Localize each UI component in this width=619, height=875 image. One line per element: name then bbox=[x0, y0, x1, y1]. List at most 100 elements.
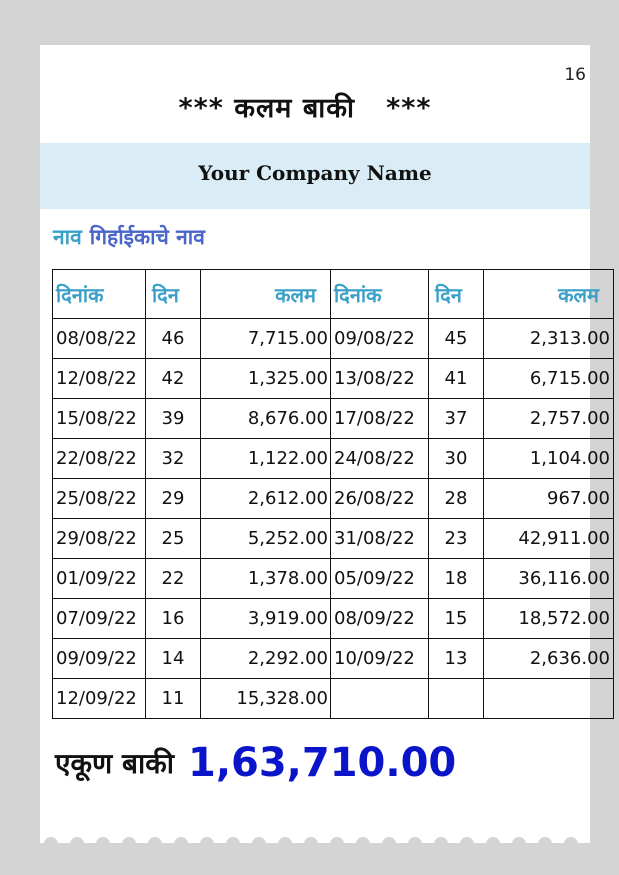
table-row: 12/08/22 42 1,325.00 13/08/22 41 6,715.00 bbox=[52, 358, 614, 399]
perforation-hole bbox=[44, 837, 58, 844]
cell-amount: 1,122.00 bbox=[200, 438, 331, 479]
cell-days: 46 bbox=[145, 318, 201, 359]
perforation-hole bbox=[70, 837, 84, 844]
cell-days: 25 bbox=[145, 518, 201, 559]
perforation-hole bbox=[226, 38, 240, 45]
perforation-hole bbox=[122, 837, 136, 844]
perforation-hole bbox=[486, 837, 500, 844]
cell-date-2: 10/09/22 bbox=[330, 638, 429, 679]
table-row: 25/08/22 29 2,612.00 26/08/22 28 967.00 bbox=[52, 478, 614, 519]
col-header-amount-2: कलम bbox=[483, 269, 614, 319]
perforation-hole bbox=[148, 38, 162, 45]
cell-days-2: 30 bbox=[428, 438, 484, 479]
perforation-hole bbox=[434, 38, 448, 45]
cell-date: 12/08/22 bbox=[52, 358, 146, 399]
table-row: 07/09/22 16 3,919.00 08/09/22 15 18,572.00 bbox=[52, 598, 614, 639]
cell-date-2: 08/09/22 bbox=[330, 598, 429, 639]
cell-date: 01/09/22 bbox=[52, 558, 146, 599]
cell-date-2: 09/08/22 bbox=[330, 318, 429, 359]
cell-date: 07/09/22 bbox=[52, 598, 146, 639]
perforation-hole bbox=[356, 837, 370, 844]
perforation-hole bbox=[174, 38, 188, 45]
cell-days-2: 45 bbox=[428, 318, 484, 359]
perforation-hole bbox=[408, 38, 422, 45]
cell-date-2: 13/08/22 bbox=[330, 358, 429, 399]
cell-amount-2: 2,636.00 bbox=[483, 638, 614, 679]
customer-name: गिर्हाईकाचे नाव bbox=[89, 225, 205, 249]
cell-days: 29 bbox=[145, 478, 201, 519]
cell-days: 39 bbox=[145, 398, 201, 439]
cell-amount-2: 967.00 bbox=[483, 478, 614, 519]
table-row: 08/08/22 46 7,715.00 09/08/22 45 2,313.00 bbox=[52, 318, 614, 359]
cell-amount: 8,676.00 bbox=[200, 398, 331, 439]
perforation-hole bbox=[356, 38, 370, 45]
cell-days: 22 bbox=[145, 558, 201, 599]
cell-amount-2 bbox=[483, 678, 614, 719]
cell-date: 15/08/22 bbox=[52, 398, 146, 439]
table-row: 01/09/22 22 1,378.00 05/09/22 18 36,116.00 bbox=[52, 558, 614, 599]
receipt-title: *** कलम बाकी *** bbox=[178, 93, 432, 124]
cell-date: 12/09/22 bbox=[52, 678, 146, 719]
cell-date: 08/08/22 bbox=[52, 318, 146, 359]
cell-amount: 7,715.00 bbox=[200, 318, 331, 359]
customer-label: नाव bbox=[53, 225, 82, 249]
perforation-hole bbox=[44, 38, 58, 45]
perforation-hole bbox=[200, 38, 214, 45]
page-number: 16 bbox=[564, 65, 586, 85]
cell-amount: 3,919.00 bbox=[200, 598, 331, 639]
perforation-hole bbox=[200, 837, 214, 844]
perforation-hole bbox=[486, 38, 500, 45]
perforation-hole bbox=[304, 38, 318, 45]
table-row: 29/08/22 25 5,252.00 31/08/22 23 42,911.00 bbox=[52, 518, 614, 559]
cell-amount: 1,325.00 bbox=[200, 358, 331, 399]
cell-date-2 bbox=[330, 678, 429, 719]
perforation-hole bbox=[538, 837, 552, 844]
perforation-hole bbox=[460, 837, 474, 844]
perforation-hole bbox=[226, 837, 240, 844]
perforation-hole bbox=[538, 38, 552, 45]
cell-days: 11 bbox=[145, 678, 201, 719]
col-header-date: दिनांक bbox=[52, 269, 146, 319]
col-header-days-2: दिन bbox=[428, 269, 484, 319]
cell-date: 25/08/22 bbox=[52, 478, 146, 519]
cell-amount-2: 2,757.00 bbox=[483, 398, 614, 439]
cell-days-2: 18 bbox=[428, 558, 484, 599]
col-header-amount: कलम bbox=[200, 269, 331, 319]
cell-days-2: 23 bbox=[428, 518, 484, 559]
cell-amount-2: 42,911.00 bbox=[483, 518, 614, 559]
cell-date: 29/08/22 bbox=[52, 518, 146, 559]
cell-amount-2: 36,116.00 bbox=[483, 558, 614, 599]
cell-date-2: 24/08/22 bbox=[330, 438, 429, 479]
perforation-hole bbox=[148, 837, 162, 844]
total-line: एकूण बाकी 1,63,710.00 bbox=[55, 733, 456, 793]
table-row: 09/09/22 14 2,292.00 10/09/22 13 2,636.00 bbox=[52, 638, 614, 679]
table-row: 12/09/22 11 15,328.00 bbox=[52, 678, 614, 719]
perforation-hole bbox=[278, 38, 292, 45]
cell-date-2: 05/09/22 bbox=[330, 558, 429, 599]
perforation-hole bbox=[174, 837, 188, 844]
perforation-hole bbox=[564, 38, 578, 45]
perforation-hole bbox=[408, 837, 422, 844]
cell-amount: 15,328.00 bbox=[200, 678, 331, 719]
cell-amount: 2,612.00 bbox=[200, 478, 331, 519]
perforation-hole bbox=[512, 38, 526, 45]
table-row: 22/08/22 32 1,122.00 24/08/22 30 1,104.00 bbox=[52, 438, 614, 479]
perforation-bottom bbox=[40, 830, 590, 844]
ledger-header-row: दिनांक दिन कलम दिनांक दिन कलम bbox=[52, 269, 614, 319]
perforation-hole bbox=[252, 38, 266, 45]
perforation-hole bbox=[330, 837, 344, 844]
perforation-hole bbox=[330, 38, 344, 45]
cell-date-2: 17/08/22 bbox=[330, 398, 429, 439]
company-name: Your Company Name bbox=[198, 161, 432, 185]
perforation-hole bbox=[382, 38, 396, 45]
perforation-hole bbox=[252, 837, 266, 844]
ledger-table: दिनांक दिन कलम दिनांक दिन कलम 08/08/22 46… bbox=[52, 269, 614, 719]
cell-days: 16 bbox=[145, 598, 201, 639]
cell-date-2: 31/08/22 bbox=[330, 518, 429, 559]
cell-days: 42 bbox=[145, 358, 201, 399]
cell-amount-2: 2,313.00 bbox=[483, 318, 614, 359]
cell-days-2: 15 bbox=[428, 598, 484, 639]
cell-days-2 bbox=[428, 678, 484, 719]
cell-amount-2: 1,104.00 bbox=[483, 438, 614, 479]
perforation-hole bbox=[96, 38, 110, 45]
